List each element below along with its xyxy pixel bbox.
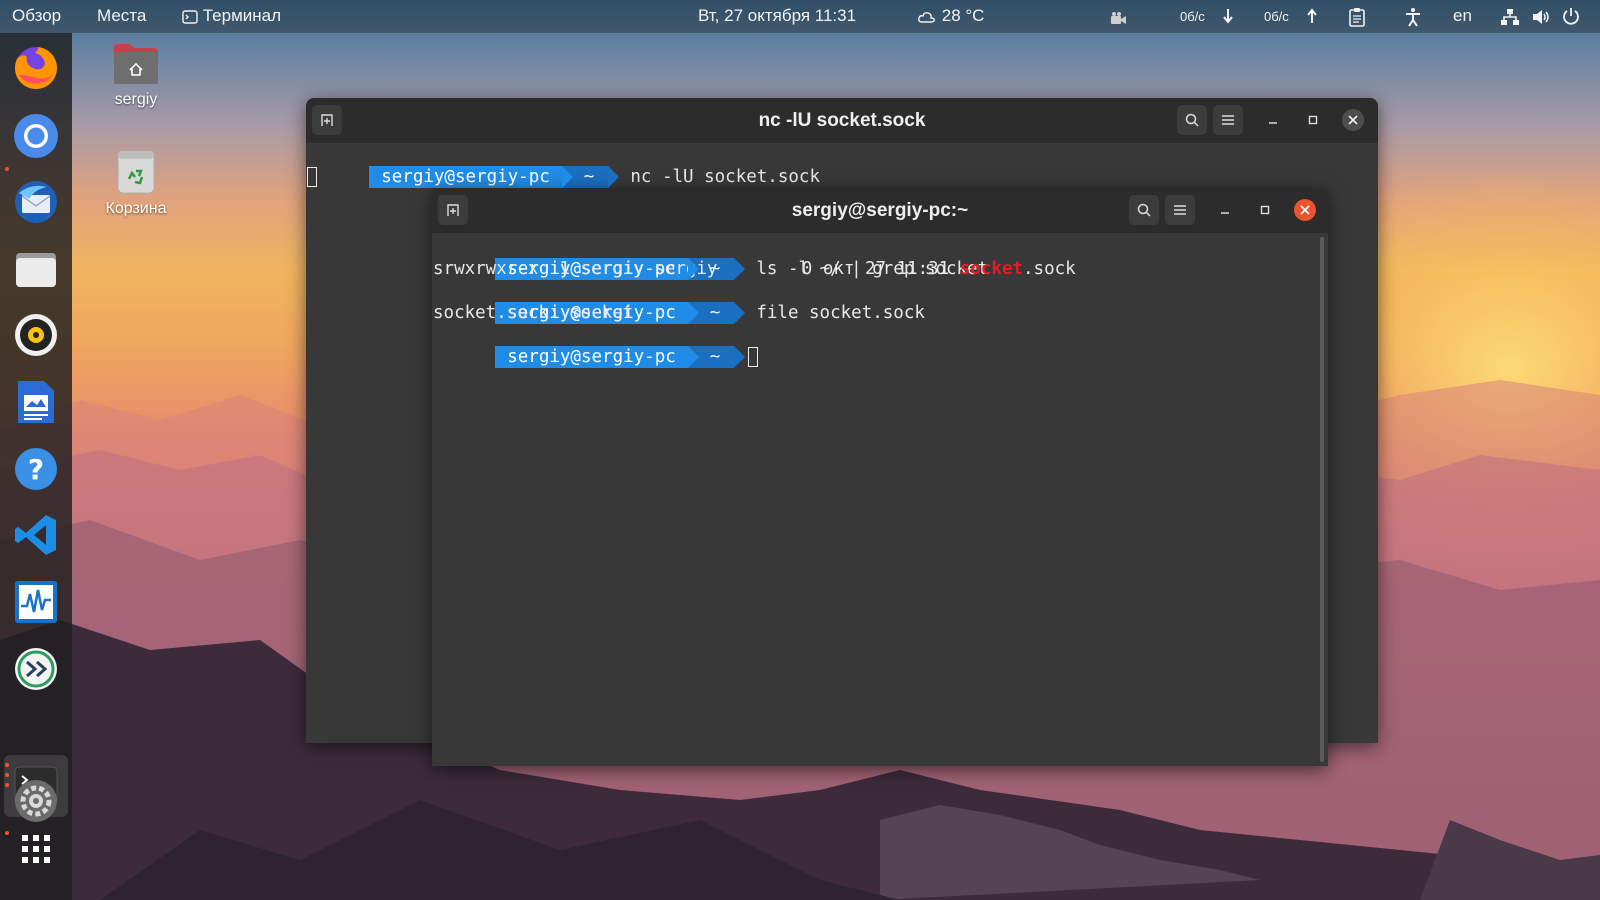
terminal-line: sergiy@sergiy-pc ~ — [432, 324, 759, 368]
weather-temperature: 28 °C — [941, 6, 985, 25]
terminal-line: sergiy@sergiy-pc ~ file socket.sock — [432, 280, 925, 324]
app-menu-label: Терминал — [202, 6, 282, 25]
command-text: nc -lU socket.sock — [630, 167, 820, 187]
maximize-button[interactable] — [1302, 109, 1324, 131]
home-folder-label: sergiy — [114, 91, 158, 108]
terminal-line: sergiy@sergiy-pc ~ ls -l ~/ | grep socket — [432, 236, 988, 280]
prompt-user: sergiy@sergiy-pc — [369, 166, 573, 188]
terminal-line: sergiy@sergiy-pc ~ nc -lU socket.sock — [306, 144, 820, 188]
titlebar-back[interactable]: nc -lU socket.sock — [306, 98, 1378, 143]
desktop-home-folder[interactable]: sergiy — [91, 42, 181, 109]
terminal-line: socket.sock: socket — [433, 302, 633, 324]
close-button[interactable] — [1342, 109, 1364, 131]
vscode-icon[interactable] — [13, 512, 59, 558]
desktop-trash[interactable]: Корзина — [91, 149, 181, 218]
volume-icon[interactable] — [1531, 8, 1551, 31]
rhythmbox-icon[interactable] — [13, 312, 59, 358]
hamburger-icon — [1174, 205, 1186, 215]
thunderbird-icon[interactable] — [13, 179, 59, 225]
files-icon[interactable] — [13, 246, 59, 292]
menu-button[interactable] — [1213, 105, 1243, 135]
terminal-line: srwxrwxr-x 1 sergiy sergiy 0 окт 27 11:3… — [433, 258, 1076, 280]
chromium-icon[interactable] — [13, 113, 59, 159]
weather-indicator[interactable]: 28 °C — [917, 6, 984, 26]
dock-running-indicator — [5, 763, 9, 767]
trash-icon — [117, 150, 155, 194]
accessibility-icon[interactable] — [1404, 7, 1422, 32]
titlebar-front[interactable]: sergiy@sergiy-pc:~ — [432, 188, 1328, 233]
minimize-icon — [1221, 212, 1229, 214]
dock-running-indicator — [5, 831, 9, 835]
help-icon[interactable]: ? — [13, 446, 59, 492]
libreoffice-writer-icon[interactable] — [13, 379, 59, 425]
dock-running-indicator — [5, 773, 9, 777]
cloud-sun-icon — [918, 11, 935, 23]
dock-running-indicator — [5, 167, 9, 171]
net-up-speed: 0б/с — [1264, 9, 1289, 24]
power-icon[interactable] — [1562, 7, 1580, 30]
firefox-icon[interactable] — [13, 45, 59, 91]
close-icon — [1348, 115, 1358, 125]
terminal-output-front[interactable]: sergiy@sergiy-pc ~ ls -l ~/ | grep socket … — [432, 233, 1328, 766]
maximize-button[interactable] — [1254, 199, 1276, 221]
menu-button[interactable] — [1165, 195, 1195, 225]
network-icon[interactable] — [1500, 8, 1520, 31]
settings-icon[interactable] — [13, 778, 59, 824]
home-folder-icon — [114, 44, 158, 84]
arrow-up-icon — [1306, 8, 1318, 29]
maximize-icon — [1260, 205, 1270, 215]
terminal-window-front[interactable]: sergiy@sergiy-pc:~ sergiy@sergiy-pc ~ ls -… — [432, 188, 1328, 766]
show-applications-icon[interactable] — [13, 826, 59, 872]
clock[interactable]: Вт, 27 октября 11:31 — [698, 6, 856, 26]
svg-text:?: ? — [28, 453, 44, 486]
app-menu[interactable]: Терминал — [182, 6, 281, 26]
prompt-user: sergiy@sergiy-pc — [495, 346, 699, 368]
clipboard-icon[interactable] — [1348, 7, 1366, 32]
dock: ? — [0, 33, 72, 900]
arrow-down-icon — [1222, 8, 1234, 29]
close-button[interactable] — [1294, 199, 1316, 221]
search-button[interactable] — [1177, 105, 1207, 135]
search-icon — [1137, 203, 1151, 217]
places-menu[interactable]: Места — [97, 6, 146, 26]
command-text: file socket.sock — [756, 303, 925, 323]
hamburger-icon — [1222, 115, 1234, 125]
activities-button[interactable]: Обзор — [12, 6, 61, 26]
output-text: socket.sock: socket — [433, 303, 634, 323]
top-bar: Обзор Места Терминал Вт, 27 октября 11:3… — [0, 0, 1600, 33]
keyboard-layout-indicator[interactable]: en — [1453, 6, 1472, 26]
terminal-app-icon — [182, 9, 198, 24]
trash-label: Корзина — [105, 200, 167, 217]
terminal-cursor — [307, 166, 317, 188]
minimize-button[interactable] — [1214, 199, 1236, 221]
close-icon — [1300, 205, 1310, 215]
grep-match: socket — [959, 259, 1024, 279]
minimize-button[interactable] — [1262, 109, 1284, 131]
system-monitor-icon[interactable] — [13, 579, 59, 625]
terminal-cursor — [748, 347, 759, 367]
output-text: .sock — [1023, 259, 1076, 279]
maximize-icon — [1308, 115, 1318, 125]
screencast-icon[interactable] — [1110, 8, 1128, 28]
search-button[interactable] — [1129, 195, 1159, 225]
minimize-icon — [1269, 122, 1277, 124]
dock-running-indicator — [5, 783, 9, 787]
search-icon — [1185, 113, 1199, 127]
net-down-speed: 0б/с — [1180, 9, 1205, 24]
scrollbar[interactable] — [1320, 237, 1324, 762]
remmina-icon[interactable] — [13, 646, 59, 692]
